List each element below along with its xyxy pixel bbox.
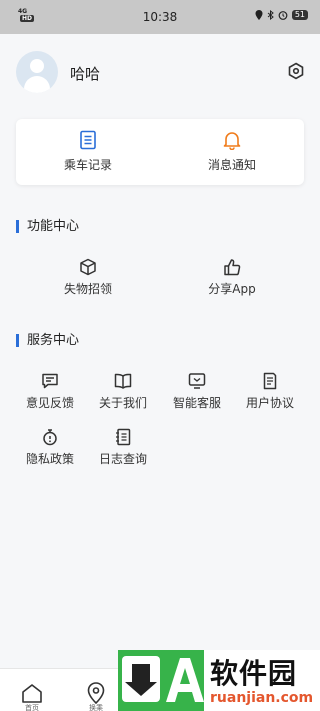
feedback-icon <box>42 373 58 389</box>
location-pin-icon <box>87 682 105 705</box>
settings-hex-icon[interactable] <box>287 62 305 80</box>
status-icons: 51 <box>255 10 308 20</box>
notifications-label: 消息通知 <box>207 158 256 172</box>
privacy-icon <box>43 429 57 446</box>
watermark-title: 软件园 <box>210 657 298 690</box>
document-list-icon <box>80 130 96 150</box>
user-agreement-button[interactable]: 用户协议 <box>230 372 310 422</box>
home-icon <box>22 684 42 703</box>
avatar[interactable] <box>16 51 58 93</box>
lost-and-found-button[interactable]: 失物招领 <box>48 258 128 308</box>
service-center-title: 服务中心 <box>16 334 79 347</box>
alarm-icon <box>278 11 288 20</box>
box-icon <box>80 258 96 276</box>
share-app-button[interactable]: 分享App <box>192 258 272 308</box>
profile-header: 哈哈 <box>0 34 320 114</box>
thumbs-up-icon <box>224 259 241 276</box>
watermark-url: ruanjian.com <box>210 690 314 706</box>
user-agreement-label: 用户协议 <box>245 396 294 410</box>
watermark-emblem <box>118 650 204 711</box>
ride-records-label: 乘车记录 <box>63 158 112 172</box>
notifications-button[interactable]: 消息通知 <box>160 119 304 185</box>
ride-records-button[interactable]: 乘车记录 <box>16 119 160 185</box>
log-query-button[interactable]: 日志查询 <box>83 428 163 478</box>
status-bar: 4G HD 10:38 51 <box>0 0 320 34</box>
quick-access-card: 乘车记录 消息通知 <box>16 119 304 185</box>
tab-home[interactable]: 首页 <box>0 669 64 711</box>
watermark-logo: 软件园 ruanjian.com <box>118 650 320 711</box>
log-icon <box>116 428 131 446</box>
share-app-label: 分享App <box>208 282 256 296</box>
battery-indicator: 51 <box>291 10 308 20</box>
bell-icon <box>223 132 241 150</box>
location-status-icon <box>255 10 263 20</box>
bluetooth-icon <box>267 10 274 20</box>
book-icon <box>114 373 132 389</box>
log-query-label: 日志查询 <box>98 452 147 466</box>
watermark-text: 软件园 ruanjian.com <box>204 650 320 711</box>
lost-and-found-label: 失物招领 <box>63 282 112 296</box>
agreement-icon <box>263 372 277 390</box>
function-center-title: 功能中心 <box>16 220 79 233</box>
username[interactable]: 哈哈 <box>70 63 100 84</box>
chat-screen-icon <box>188 373 206 389</box>
tab-home-label: 首页 <box>25 704 39 711</box>
